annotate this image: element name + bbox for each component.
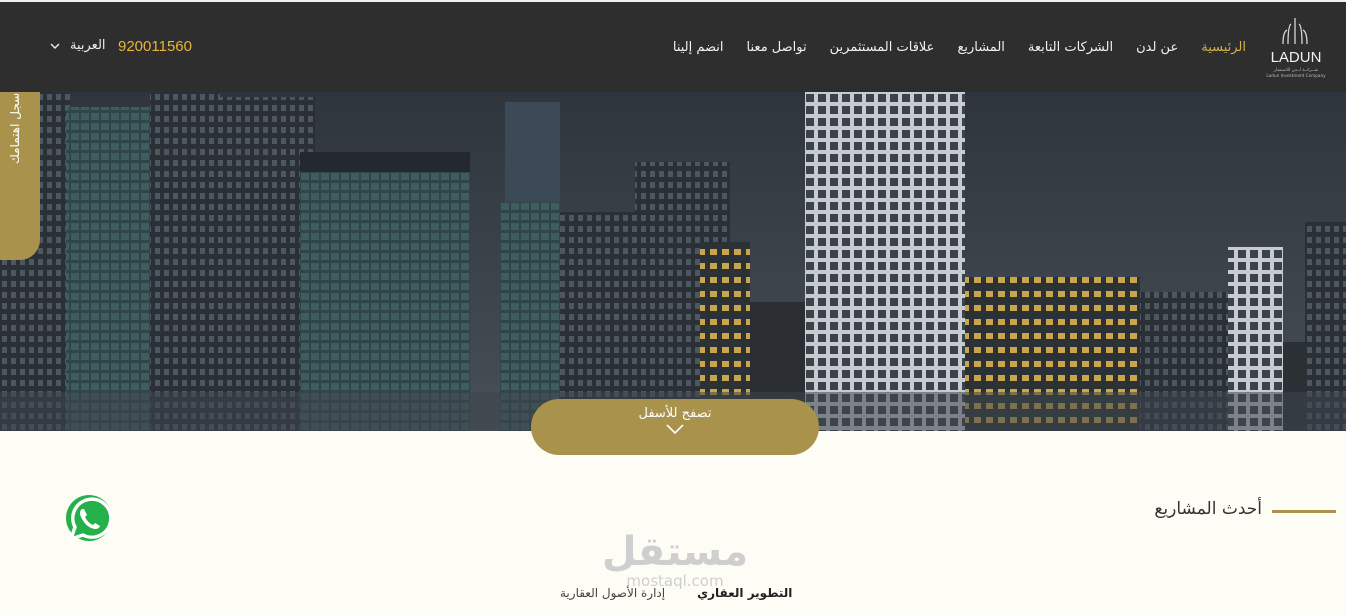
logo-text: LADUN bbox=[1271, 49, 1322, 66]
language-label: العربية bbox=[70, 38, 106, 53]
language-selector[interactable]: العربية bbox=[50, 38, 106, 53]
tab-asset-management[interactable]: إدارة الأصول العقارية bbox=[560, 586, 665, 600]
section-title: أحدث المشاريع bbox=[1154, 499, 1262, 519]
nav-about[interactable]: عن لدن bbox=[1136, 40, 1178, 55]
city-skyline-image bbox=[0, 92, 1346, 431]
chevron-down-icon bbox=[666, 424, 684, 435]
whatsapp-icon[interactable] bbox=[63, 492, 115, 544]
phone-number[interactable]: 920011560 bbox=[118, 38, 192, 55]
tab-real-estate-development[interactable]: التطوير العقاري bbox=[697, 586, 792, 600]
nav-contact[interactable]: تواصل معنا bbox=[747, 40, 807, 55]
navbar: LADUN شــركــة لــدن للاستثمار Ladun Inv… bbox=[0, 2, 1346, 92]
hero-banner bbox=[0, 92, 1346, 431]
register-interest-label: سجل اهتمامك bbox=[8, 92, 22, 164]
ladun-logo[interactable]: LADUN شــركــة لــدن للاستثمار Ladun Inv… bbox=[1264, 14, 1328, 82]
chevron-down-icon bbox=[50, 43, 60, 49]
scroll-down-label: تصفح للأسفل bbox=[638, 406, 712, 421]
nav-home[interactable]: الرئيسية bbox=[1201, 40, 1246, 55]
section-title-accent bbox=[1272, 510, 1336, 513]
watermark-text: مستقل bbox=[601, 529, 749, 575]
nav-subsidiaries[interactable]: الشركات التابعة bbox=[1028, 40, 1113, 55]
main-nav: الرئيسية عن لدن الشركات التابعة المشاريع… bbox=[673, 2, 1246, 92]
scroll-down-button[interactable]: تصفح للأسفل bbox=[531, 399, 819, 455]
register-interest-tab[interactable]: سجل اهتمامك bbox=[0, 92, 40, 260]
nav-projects[interactable]: المشاريع bbox=[957, 40, 1004, 55]
nav-investor-relations[interactable]: علاقات المستثمرين bbox=[830, 40, 935, 55]
logo-subtitle-en: Ladun Investment Company bbox=[1266, 73, 1326, 78]
nav-careers[interactable]: انضم إلينا bbox=[673, 40, 724, 55]
project-tabs: التطوير العقاري إدارة الأصول العقارية bbox=[560, 586, 792, 600]
watermark: مستقل mostaql.com bbox=[590, 528, 760, 590]
